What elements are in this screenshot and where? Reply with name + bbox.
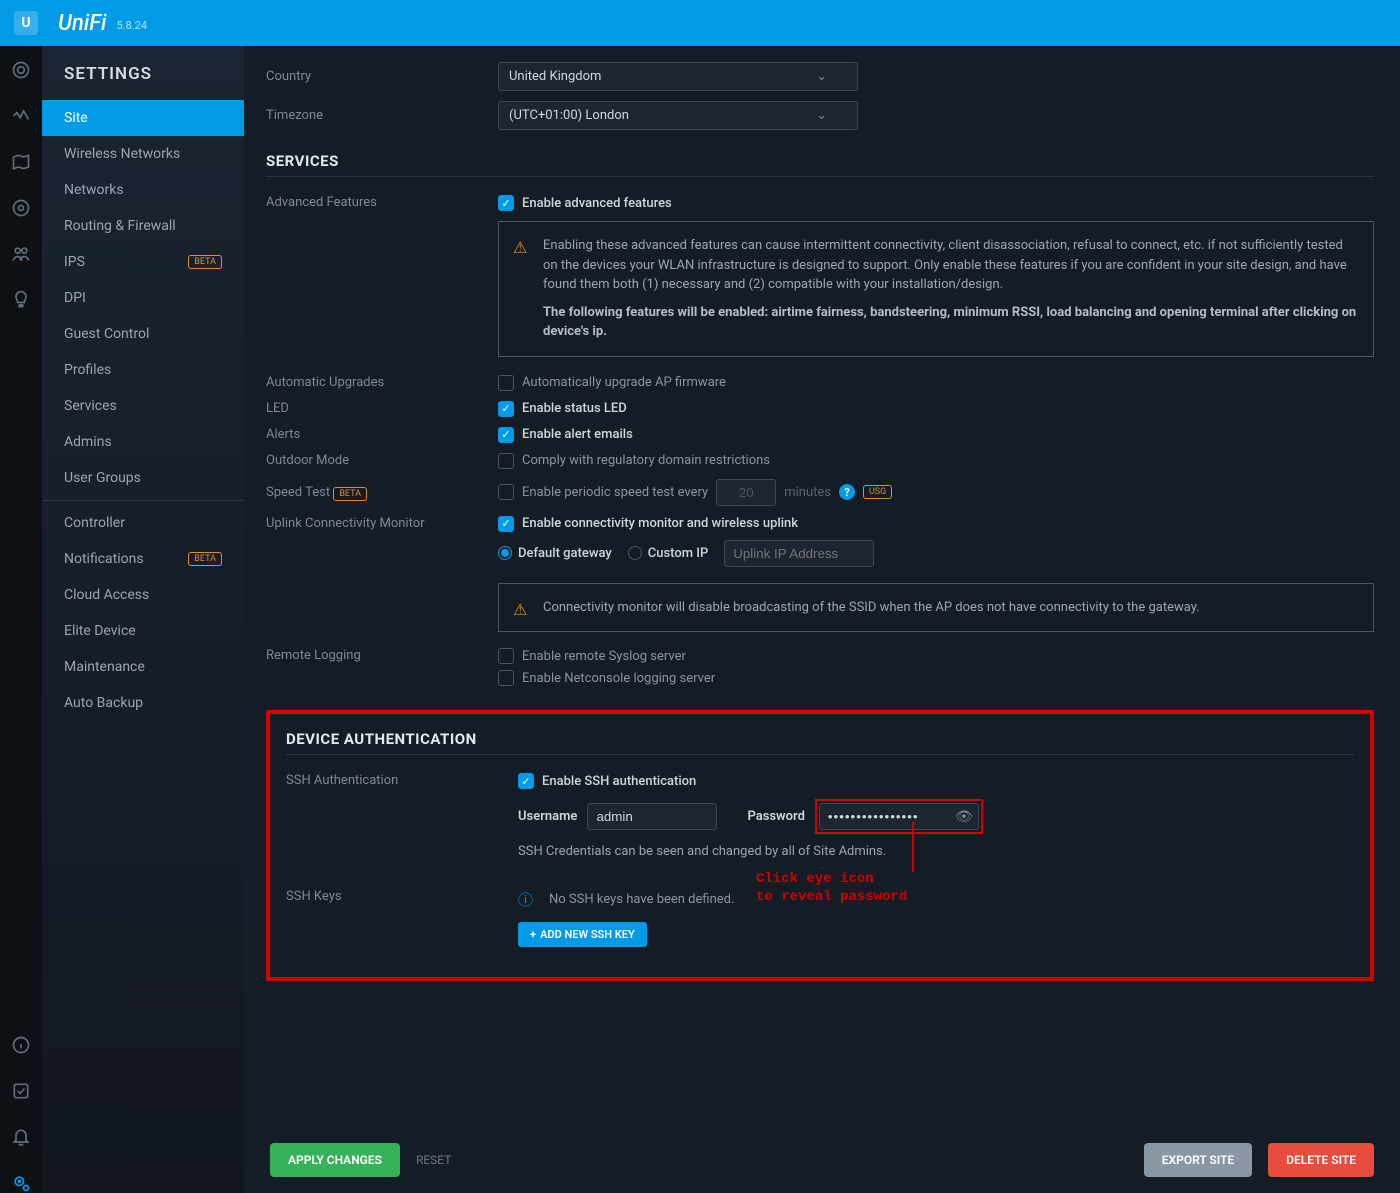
auth-heading: DEVICE AUTHENTICATION — [286, 730, 1354, 755]
syslog-checkbox[interactable] — [498, 648, 514, 664]
eye-icon[interactable]: 👁 — [955, 809, 973, 825]
chevron-down-icon: ⌄ — [816, 108, 827, 123]
led-label: LED — [266, 401, 498, 416]
info-circle-icon: ⓘ — [518, 889, 533, 910]
uplink-label: Uplink Connectivity Monitor — [266, 516, 498, 531]
gateway-radio[interactable] — [498, 546, 512, 560]
sidebar-item-notifications[interactable]: NotificationsBETA — [42, 541, 244, 577]
nav-list: SiteWireless NetworksNetworksRouting & F… — [42, 100, 244, 721]
uplink-warning: ⚠ Connectivity monitor will disable broa… — [498, 583, 1374, 633]
speed-interval-input[interactable] — [716, 479, 776, 506]
help-icon[interactable]: ? — [839, 484, 855, 500]
stats-icon[interactable] — [11, 106, 31, 126]
ssh-checkbox[interactable]: ✓ — [518, 773, 534, 789]
apply-button[interactable]: APPLY CHANGES — [270, 1143, 400, 1177]
bell-icon[interactable] — [11, 1127, 31, 1147]
delete-button[interactable]: DELETE SITE — [1268, 1143, 1374, 1177]
dashboard-icon[interactable] — [11, 60, 31, 80]
sidebar-item-wireless-networks[interactable]: Wireless Networks — [42, 136, 244, 172]
sidebar-item-elite-device[interactable]: Elite Device — [42, 613, 244, 649]
add-ssh-key-button[interactable]: +ADD NEW SSH KEY — [518, 922, 647, 947]
export-button[interactable]: EXPORT SITE — [1144, 1143, 1252, 1177]
sidebar-item-auto-backup[interactable]: Auto Backup — [42, 685, 244, 721]
sidebar-item-networks[interactable]: Networks — [42, 172, 244, 208]
sshkeys-label: SSH Keys — [286, 889, 518, 904]
advanced-checkbox[interactable]: ✓ — [498, 195, 514, 211]
alerts-label: Alerts — [266, 427, 498, 442]
check-icon[interactable] — [11, 1081, 31, 1101]
brand: UniFi — [58, 11, 106, 36]
timezone-label: Timezone — [266, 108, 498, 123]
reset-button[interactable]: RESET — [416, 1153, 451, 1167]
insights-icon[interactable] — [11, 290, 31, 310]
sidebar-item-profiles[interactable]: Profiles — [42, 352, 244, 388]
outdoor-checkbox[interactable] — [498, 453, 514, 469]
sidebar-item-cloud-access[interactable]: Cloud Access — [42, 577, 244, 613]
info-icon[interactable] — [11, 1035, 31, 1055]
map-icon[interactable] — [11, 152, 31, 172]
sidebar-item-controller[interactable]: Controller — [42, 505, 244, 541]
sidebar-item-admins[interactable]: Admins — [42, 424, 244, 460]
advanced-label: Advanced Features — [266, 195, 498, 210]
remote-label: Remote Logging — [266, 648, 498, 663]
sidebar-item-ips[interactable]: IPSBETA — [42, 244, 244, 280]
ssh-note: SSH Credentials can be seen and changed … — [518, 844, 1354, 859]
annotation-highlight: DEVICE AUTHENTICATION SSH Authentication… — [266, 710, 1374, 981]
beta-badge: BETA — [188, 552, 222, 566]
beta-badge: BETA — [188, 255, 222, 269]
chevron-down-icon: ⌄ — [816, 69, 827, 84]
auto-upgrade-label: Automatic Upgrades — [266, 375, 498, 390]
customip-radio[interactable] — [628, 546, 642, 560]
annotation-text: Click eye iconto reveal password — [756, 870, 907, 906]
ssh-label: SSH Authentication — [286, 773, 518, 788]
plus-icon: + — [530, 928, 536, 941]
nav-divider — [42, 500, 244, 501]
country-label: Country — [266, 69, 498, 84]
version: 5.8.24 — [116, 19, 147, 32]
main-content: Country United Kingdom⌄ Timezone (UTC+01… — [244, 46, 1400, 1193]
password-label: Password — [747, 809, 804, 824]
sidebar-item-services[interactable]: Services — [42, 388, 244, 424]
settings-gear-icon[interactable] — [11, 1173, 31, 1193]
footer-bar: APPLY CHANGES RESET EXPORT SITE DELETE S… — [244, 1127, 1400, 1193]
country-select[interactable]: United Kingdom⌄ — [498, 62, 858, 91]
username-label: Username — [518, 809, 577, 824]
uplink-checkbox[interactable]: ✓ — [498, 516, 514, 532]
netconsole-checkbox[interactable] — [498, 670, 514, 686]
outdoor-label: Outdoor Mode — [266, 453, 498, 468]
alerts-checkbox[interactable]: ✓ — [498, 427, 514, 443]
settings-sidebar: SETTINGS SiteWireless NetworksNetworksRo… — [42, 46, 244, 1193]
sidebar-item-routing-firewall[interactable]: Routing & Firewall — [42, 208, 244, 244]
icon-rail — [0, 46, 42, 1193]
sidebar-item-site[interactable]: Site — [42, 100, 244, 136]
settings-title: SETTINGS — [42, 64, 244, 100]
top-bar: U UniFi 5.8.24 — [0, 0, 1400, 46]
clients-icon[interactable] — [11, 244, 31, 264]
auto-upgrade-checkbox[interactable] — [498, 375, 514, 391]
sidebar-item-user-groups[interactable]: User Groups — [42, 460, 244, 496]
sidebar-item-dpi[interactable]: DPI — [42, 280, 244, 316]
username-input[interactable] — [587, 803, 717, 830]
speed-label: Speed Test BETA — [266, 485, 498, 500]
speed-checkbox[interactable] — [498, 484, 514, 500]
u-logo-icon[interactable]: U — [14, 11, 38, 35]
devices-icon[interactable] — [11, 198, 31, 218]
led-checkbox[interactable]: ✓ — [498, 401, 514, 417]
sidebar-item-guest-control[interactable]: Guest Control — [42, 316, 244, 352]
warning-icon: ⚠ — [513, 236, 527, 260]
timezone-select[interactable]: (UTC+01:00) London⌄ — [498, 101, 858, 130]
sidebar-item-maintenance[interactable]: Maintenance — [42, 649, 244, 685]
warning-icon: ⚠ — [513, 598, 527, 622]
usg-badge: USG — [863, 485, 892, 499]
advanced-warning: ⚠ Enabling these advanced features can c… — [498, 221, 1374, 357]
services-heading: SERVICES — [266, 152, 1374, 177]
uplink-ip-input[interactable] — [724, 540, 874, 567]
beta-badge: BETA — [333, 487, 367, 501]
